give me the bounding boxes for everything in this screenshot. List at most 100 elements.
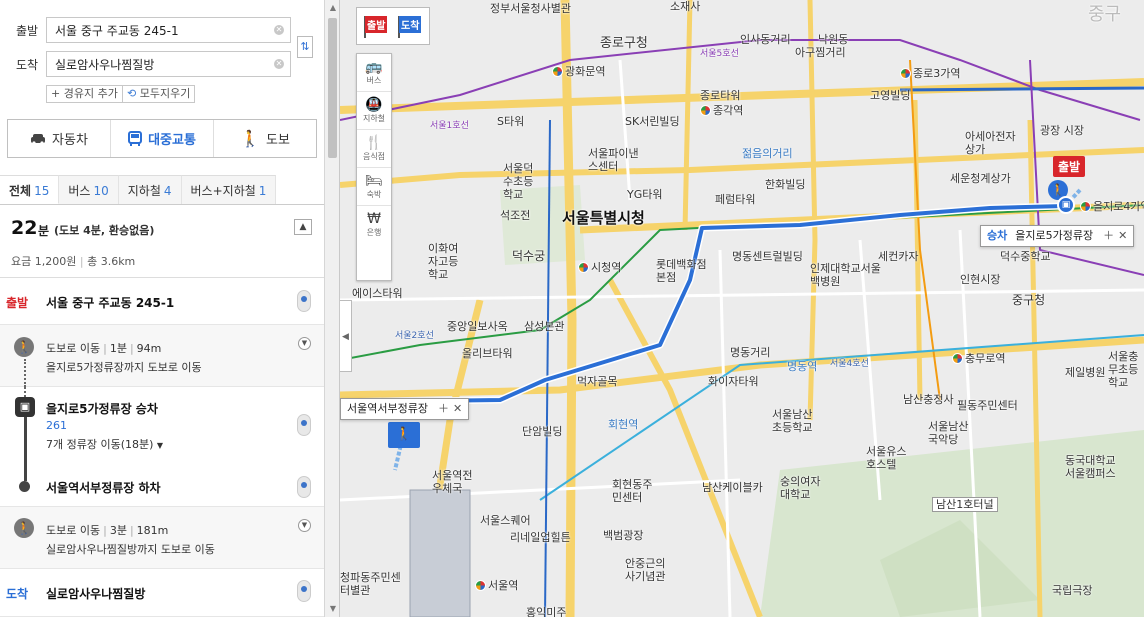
mode-walk-label: 도보 — [266, 133, 290, 148]
locate-icon[interactable] — [297, 476, 311, 498]
chevron-down-icon[interactable]: ▼ — [298, 337, 311, 350]
locate-icon[interactable] — [297, 290, 311, 312]
mode-car[interactable]: 자동차 — [8, 120, 111, 157]
walk2-mode: 도보로 이동 — [46, 524, 101, 537]
map-station[interactable]: 광화문역 — [552, 65, 605, 78]
chevron-down-icon[interactable]: ▼ — [298, 519, 311, 532]
start-flag-button[interactable]: 출발 — [361, 13, 391, 39]
clear-start-icon[interactable]: ✕ — [274, 25, 284, 35]
board-popup[interactable]: 승차 을지로5가정류장 ＋ ✕ — [980, 225, 1135, 247]
collapse-panel-icon[interactable]: ◀ — [340, 300, 352, 372]
end-label: 도착 — [16, 58, 39, 72]
scroll-down-icon[interactable]: ▼ — [328, 604, 338, 614]
map-station[interactable]: 종각역 — [700, 104, 743, 117]
map-station[interactable]: 시청역 — [578, 261, 621, 274]
map-label: 제일병원 — [1065, 366, 1106, 379]
bus-icon — [128, 131, 143, 146]
map-label: 회현역 — [608, 418, 639, 431]
map-label: 숭의여자대학교 — [780, 475, 821, 501]
car-icon — [31, 133, 46, 145]
swap-icon[interactable]: ⇅ — [297, 36, 313, 58]
end-flag-label: 도착 — [399, 16, 422, 33]
bus-route-number[interactable]: 261 — [46, 419, 67, 432]
chevron-up-icon[interactable]: ▲ — [294, 219, 312, 235]
map-label: YG타워 — [627, 188, 663, 201]
category-restaurant[interactable]: 🍴 음식점 — [357, 130, 391, 168]
close-icon[interactable]: ✕ — [1118, 229, 1127, 242]
end-marker-icon[interactable]: 🚶 — [388, 422, 420, 448]
map-label: 명동역 — [787, 360, 818, 373]
category-bus[interactable]: 🚌 버스 — [357, 54, 391, 92]
map-canvas — [340, 0, 1144, 617]
map-station[interactable]: 충무로역 — [952, 352, 1005, 365]
route-panel: 출발 ✕ 도착 ✕ ⇅ + 경유지 추가 ⟲ 모두지우기 자동차 대중교통 🚶 … — [0, 0, 324, 617]
plus-icon[interactable]: ＋ — [1103, 229, 1114, 242]
walk1-time: 1분 — [109, 342, 127, 355]
close-icon[interactable]: ✕ — [453, 402, 462, 415]
add-waypoint-button[interactable]: + 경유지 추가 — [46, 85, 123, 103]
map-label: 아세아전자상가 — [965, 130, 1016, 156]
mode-transit[interactable]: 대중교통 — [111, 120, 214, 157]
category-subway[interactable]: 🚇 지하철 — [357, 92, 391, 130]
map-view[interactable]: 정부서울청사별관 소재사 인사동거리 낙원동 아구찜거리 종로구청 광화문역 종… — [340, 0, 1144, 617]
map-station[interactable]: 을지로4가역 — [1080, 200, 1144, 213]
category-lodging[interactable]: 🛏 숙박 — [357, 168, 391, 206]
route-summary[interactable]: 22 분 (도보 4분, 환승없음) 요금 1,200원 | 총 3.6km ▲ — [0, 206, 324, 278]
end-flag-button[interactable]: 도착 — [395, 13, 425, 39]
walk1-info: 도보로 이동 | 1분 | 94m — [46, 340, 161, 356]
bus-stops-info[interactable]: 7개 정류장 이동(18분) ▼ — [46, 436, 163, 452]
plus-icon[interactable]: ＋ — [438, 402, 449, 415]
walk-icon: 🚶 — [240, 129, 260, 148]
alight-popup[interactable]: 서울역서부정류장 ＋ ✕ — [340, 398, 470, 420]
map-station[interactable]: 종로3가역 — [900, 67, 960, 80]
scroll-up-icon[interactable]: ▲ — [328, 3, 338, 13]
sep: | — [103, 342, 107, 355]
map-label: 중구청 — [1012, 293, 1046, 307]
step-board[interactable]: ▣ 을지로5가정류장 승차 261 7개 정류장 이동(18분) ▼ — [0, 387, 324, 465]
end-title: 실로암사우나찜질방 — [46, 587, 146, 601]
map-label: 먹자골목 — [577, 375, 618, 388]
map-city-hall-label: 서울특별시청 — [562, 209, 645, 227]
tab-all[interactable]: 전체 15 — [0, 175, 60, 204]
map-label: 안중근의사기념관 — [625, 557, 666, 583]
clear-end-icon[interactable]: ✕ — [274, 59, 284, 69]
tab-bus[interactable]: 버스 10 — [59, 175, 119, 204]
clear-all-button[interactable]: ⟲ 모두지우기 — [122, 85, 196, 103]
sep: | — [129, 524, 134, 537]
scrollbar-thumb[interactable] — [328, 18, 337, 158]
panel-scrollbar[interactable]: ▲ ▼ — [324, 0, 340, 617]
route-flag-toolbar: 출발 도착 — [356, 7, 430, 45]
mode-walk[interactable]: 🚶 도보 — [214, 120, 316, 157]
map-label: 중앙일보사옥 — [447, 320, 508, 333]
alight-title: 서울역서부정류장 하차 — [46, 481, 161, 495]
map-label: 석조전 — [500, 209, 531, 222]
bus-icon: ▣ — [15, 397, 35, 417]
map-label: 화이자타워 — [708, 375, 759, 388]
step-walk-2[interactable]: 🚶 도보로 이동 | 3분 | 181m 실로암사우나찜질방까지 도보로 이동 ▼ — [0, 507, 324, 569]
map-label: 청파동주민센터별관 — [340, 571, 401, 597]
start-tag: 출발 — [6, 296, 29, 310]
step-walk-1[interactable]: 🚶 도보로 이동 | 1분 | 94m 을지로5가정류장까지 도보로 이동 ▼ — [0, 325, 324, 387]
distance: 총 3.6km — [87, 255, 136, 268]
map-label: 정부서울청사별관 — [490, 2, 571, 15]
locate-icon[interactable] — [297, 580, 311, 602]
category-bank[interactable]: ₩ 은행 — [357, 206, 391, 244]
map-label: 명동센트럴빌딩 — [732, 250, 803, 263]
fare-info: 요금 1,200원 | 총 3.6km — [11, 253, 135, 269]
walk1-mode: 도보로 이동 — [46, 342, 101, 355]
tab-bus-subway[interactable]: 버스+지하철 1 — [181, 175, 277, 204]
map-label: 서울유스호스텔 — [866, 445, 907, 471]
step-start[interactable]: 출발 서울 중구 주교동 245-1 — [0, 278, 324, 325]
mode-car-label: 자동차 — [52, 133, 88, 148]
end-tag: 도착 — [6, 587, 29, 601]
start-input[interactable] — [46, 17, 291, 43]
subway-icon: 🚇 — [365, 97, 383, 113]
end-input[interactable] — [46, 51, 291, 77]
map-station[interactable]: 서울역 — [475, 579, 518, 592]
step-alight[interactable]: 서울역서부정류장 하차 — [0, 465, 324, 507]
tab-subway[interactable]: 지하철 4 — [118, 175, 182, 204]
start-marker[interactable]: 출발 — [1053, 156, 1086, 177]
step-end[interactable]: 도착 실로암사우나찜질방 — [0, 569, 324, 617]
locate-icon[interactable] — [297, 414, 311, 436]
board-popup-name: 을지로5가정류장 — [1015, 229, 1094, 242]
